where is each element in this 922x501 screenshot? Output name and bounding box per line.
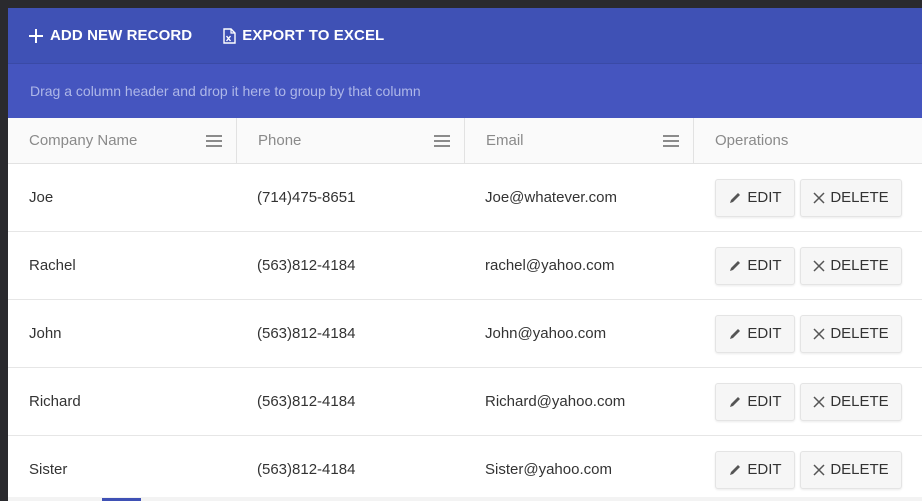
column-header-operations: Operations	[694, 118, 922, 163]
edit-label: EDIT	[747, 393, 782, 410]
grid-toolbar: ADD NEW RECORD EXPORT TO EXCEL	[8, 8, 922, 64]
table-row[interactable]: John (563)812-4184 John@yahoo.com EDIT D…	[8, 300, 922, 368]
cell-phone: (563)812-4184	[257, 393, 356, 410]
cell-email: Joe@whatever.com	[485, 189, 617, 206]
horizontal-scrollbar[interactable]	[8, 497, 922, 501]
group-panel-hint: Drag a column header and drop it here to…	[30, 83, 421, 99]
delete-label: DELETE	[830, 393, 889, 410]
cell-phone: (563)812-4184	[257, 325, 356, 342]
edit-label: EDIT	[747, 325, 782, 342]
delete-label: DELETE	[830, 325, 889, 342]
cell-email: Sister@yahoo.com	[485, 461, 612, 478]
cell-operations: EDIT DELETE	[694, 382, 922, 421]
close-icon	[813, 327, 825, 340]
delete-button[interactable]: DELETE	[800, 314, 902, 353]
pencil-icon	[728, 259, 742, 273]
cell-company-name: Rachel	[29, 257, 76, 274]
grid-window: ADD NEW RECORD EXPORT TO EXCEL Drag a co…	[8, 8, 922, 501]
pencil-icon	[728, 327, 742, 341]
plus-icon	[28, 28, 44, 44]
cell-operations: EDIT DELETE	[694, 450, 922, 489]
delete-button[interactable]: DELETE	[800, 450, 902, 489]
column-header-label: Phone	[258, 132, 302, 149]
export-to-excel-button[interactable]: EXPORT TO EXCEL	[222, 27, 384, 44]
cell-company-name: Richard	[29, 393, 81, 410]
column-header-label: Operations	[715, 132, 789, 149]
column-header-row: Company Name Phone Email Operations	[8, 118, 922, 164]
table-row[interactable]: Richard (563)812-4184 Richard@yahoo.com …	[8, 368, 922, 436]
cell-operations: EDIT DELETE	[694, 246, 922, 285]
close-icon	[813, 191, 825, 204]
add-new-record-button[interactable]: ADD NEW RECORD	[28, 27, 192, 44]
delete-button[interactable]: DELETE	[800, 178, 902, 217]
export-to-excel-label: EXPORT TO EXCEL	[242, 27, 385, 44]
table-row[interactable]: Rachel (563)812-4184 rachel@yahoo.com ED…	[8, 232, 922, 300]
cell-email: Richard@yahoo.com	[485, 393, 626, 410]
cell-email: John@yahoo.com	[485, 325, 607, 342]
group-by-drop-area[interactable]: Drag a column header and drop it here to…	[8, 64, 922, 118]
cell-phone: (563)812-4184	[257, 257, 356, 274]
edit-label: EDIT	[747, 257, 782, 274]
table-row[interactable]: Sister (563)812-4184 Sister@yahoo.com ED…	[8, 436, 922, 501]
column-header-company-name[interactable]: Company Name	[8, 118, 237, 163]
delete-button[interactable]: DELETE	[800, 382, 902, 421]
cell-email: rachel@yahoo.com	[485, 257, 615, 274]
column-header-phone[interactable]: Phone	[237, 118, 465, 163]
cell-phone: (563)812-4184	[257, 461, 356, 478]
close-icon	[813, 463, 825, 476]
pencil-icon	[728, 191, 742, 205]
cell-operations: EDIT DELETE	[694, 178, 922, 217]
column-header-label: Email	[486, 132, 524, 149]
edit-button[interactable]: EDIT	[715, 314, 795, 353]
column-menu-icon[interactable]	[206, 134, 222, 147]
delete-button[interactable]: DELETE	[800, 246, 902, 285]
delete-label: DELETE	[830, 257, 889, 274]
pencil-icon	[728, 395, 742, 409]
column-menu-icon[interactable]	[663, 134, 679, 147]
table-row[interactable]: Joe (714)475-8651 Joe@whatever.com EDIT …	[8, 164, 922, 232]
excel-file-icon	[222, 27, 236, 44]
column-header-label: Company Name	[29, 132, 138, 149]
cell-company-name: John	[29, 325, 62, 342]
edit-label: EDIT	[747, 189, 782, 206]
pencil-icon	[728, 463, 742, 477]
delete-label: DELETE	[830, 461, 889, 478]
cell-company-name: Sister	[29, 461, 68, 478]
column-menu-icon[interactable]	[434, 134, 450, 147]
edit-button[interactable]: EDIT	[715, 246, 795, 285]
edit-button[interactable]: EDIT	[715, 450, 795, 489]
edit-button[interactable]: EDIT	[715, 178, 795, 217]
delete-label: DELETE	[830, 189, 889, 206]
cell-phone: (714)475-8651	[257, 189, 356, 206]
cell-company-name: Joe	[29, 189, 54, 206]
close-icon	[813, 395, 825, 408]
grid-body: Joe (714)475-8651 Joe@whatever.com EDIT …	[8, 164, 922, 501]
cell-operations: EDIT DELETE	[694, 314, 922, 353]
column-header-email[interactable]: Email	[465, 118, 694, 163]
close-icon	[813, 259, 825, 272]
edit-button[interactable]: EDIT	[715, 382, 795, 421]
add-new-record-label: ADD NEW RECORD	[50, 27, 193, 44]
edit-label: EDIT	[747, 461, 782, 478]
